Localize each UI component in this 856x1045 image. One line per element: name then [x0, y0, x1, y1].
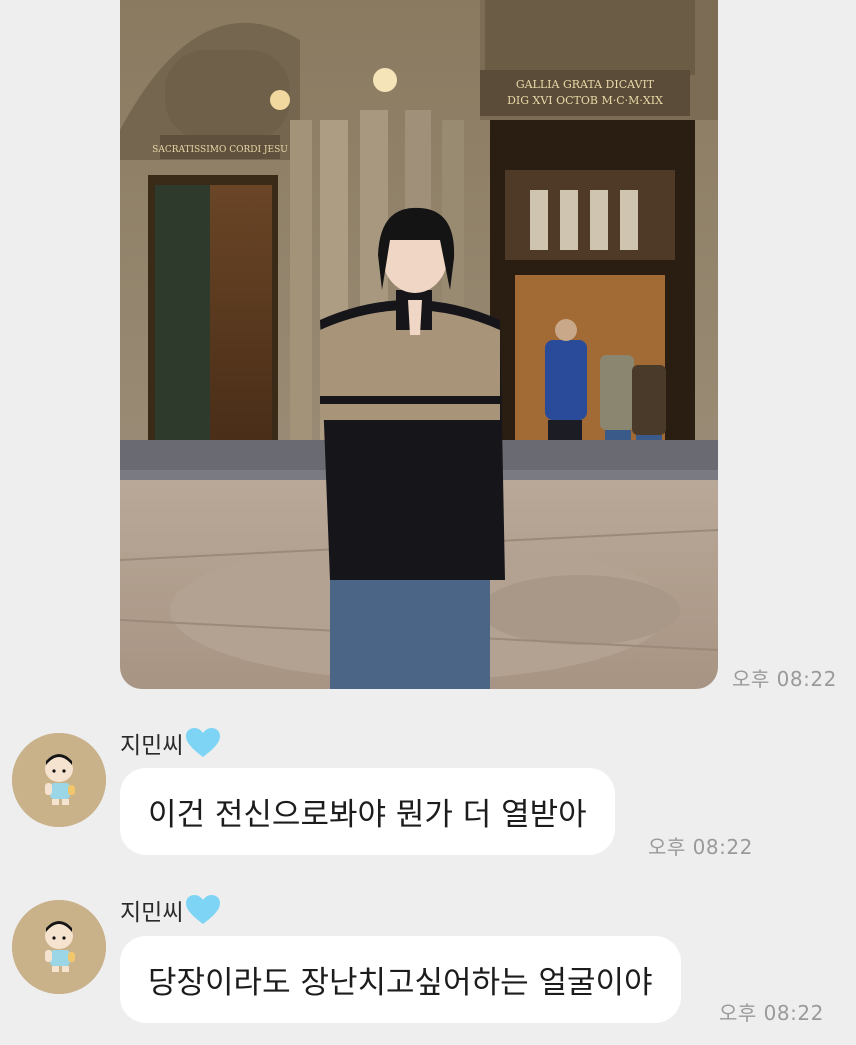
sender-name-row: 지민씨 [120, 726, 221, 760]
light-blue-heart-icon [186, 895, 221, 924]
sender-name-row: 지민씨 [120, 893, 221, 927]
message-text: 이건 전신으로봐야 뭔가 더 열받아 [148, 797, 587, 833]
sender-avatar[interactable] [12, 900, 106, 994]
message-timestamp: 오후 08:22 [719, 1001, 824, 1025]
message-bubble[interactable]: 이건 전신으로봐야 뭔가 더 열받아 [120, 768, 615, 855]
photo-message-timestamp: 오후 08:22 [732, 667, 837, 691]
cartoon-baby-avatar-icon [12, 900, 106, 994]
photo-message-image[interactable]: SACRATISSIMO CORDI JESU GALLIA GRATA DIC… [120, 0, 718, 689]
cartoon-baby-avatar-icon [12, 733, 106, 827]
inscription-left: SACRATISSIMO CORDI JESU [152, 145, 288, 155]
sender-name: 지민씨 [120, 733, 184, 759]
message-text: 당장이라도 장난치고싶어하는 얼굴이야 [148, 965, 653, 1001]
sender-avatar[interactable] [12, 733, 106, 827]
message-timestamp: 오후 08:22 [648, 835, 753, 859]
message-bubble[interactable]: 당장이라도 장난치고싶어하는 얼굴이야 [120, 936, 681, 1023]
inscription-right-line1: GALLIA GRATA DICAVIT [516, 78, 655, 91]
light-blue-heart-icon [186, 728, 221, 757]
sender-name: 지민씨 [120, 900, 184, 926]
inscription-right-line2: DIG XVI OCTOB M·C·M·XIX [507, 94, 663, 107]
